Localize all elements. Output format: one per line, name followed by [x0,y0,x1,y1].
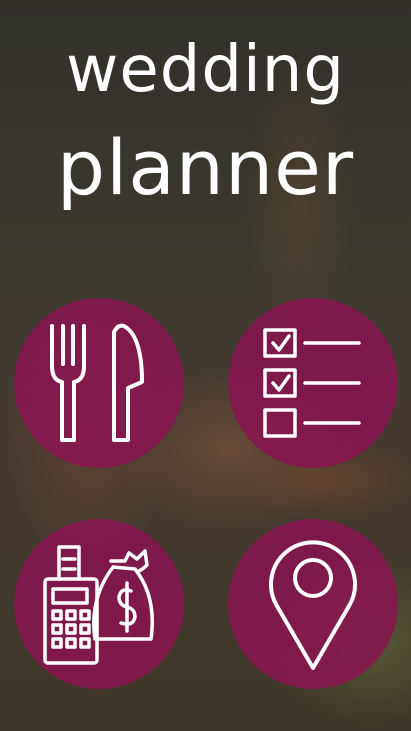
catering-button[interactable] [14,298,184,468]
fork-knife-icon [50,323,144,442]
app-screen: wedding planner [0,0,411,731]
app-title-line1: wedding [66,33,345,107]
payment-terminal-money-bag-icon [43,545,155,665]
app-title-line2: planner [56,123,355,212]
map-pin-icon [269,540,357,670]
checklist-icon [263,328,361,438]
checklist-button[interactable] [228,298,398,468]
location-button[interactable] [228,519,398,689]
budget-button[interactable] [14,519,184,689]
